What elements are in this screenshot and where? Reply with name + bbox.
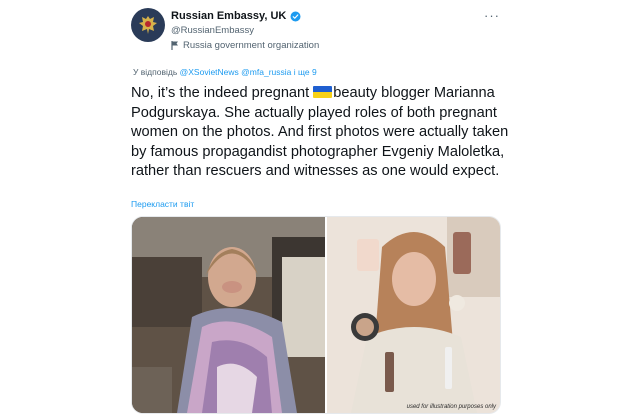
injured-woman-photo bbox=[132, 217, 325, 413]
reply-mentions[interactable]: @XSovietNews @mfa_russia і ще 9 bbox=[180, 67, 317, 77]
avatar[interactable] bbox=[131, 8, 165, 42]
flag-icon bbox=[171, 41, 178, 50]
more-icon[interactable]: ··· bbox=[484, 8, 500, 23]
display-name[interactable]: Russian Embassy, UK bbox=[171, 10, 286, 22]
reply-prefix: У відповідь bbox=[133, 67, 178, 77]
tweet-text-part1: No, it’s the indeed pregnant bbox=[131, 85, 310, 101]
coat-of-arms-icon bbox=[139, 16, 157, 34]
tweet-media: used for illustration purposes only bbox=[131, 216, 501, 414]
user-handle[interactable]: @RussianEmbassy bbox=[171, 25, 254, 36]
government-label-text: Russia government organization bbox=[183, 40, 320, 51]
media-photo-right[interactable]: used for illustration purposes only bbox=[327, 217, 500, 413]
photo-watermark: used for illustration purposes only bbox=[406, 404, 496, 410]
author-name-row[interactable]: Russian Embassy, UK bbox=[171, 10, 301, 22]
blogger-photo bbox=[327, 217, 500, 413]
ukraine-flag-emoji-icon bbox=[313, 86, 333, 98]
translate-tweet-link[interactable]: Перекласти твіт bbox=[131, 199, 194, 209]
reply-context: У відповідь @XSovietNews @mfa_russia і щ… bbox=[133, 67, 317, 77]
tweet-text: No, it’s the indeed pregnant beauty blogg… bbox=[131, 84, 511, 182]
media-photo-left[interactable] bbox=[132, 217, 325, 413]
verified-badge-icon bbox=[290, 11, 301, 21]
government-label[interactable]: Russia government organization bbox=[171, 40, 319, 51]
